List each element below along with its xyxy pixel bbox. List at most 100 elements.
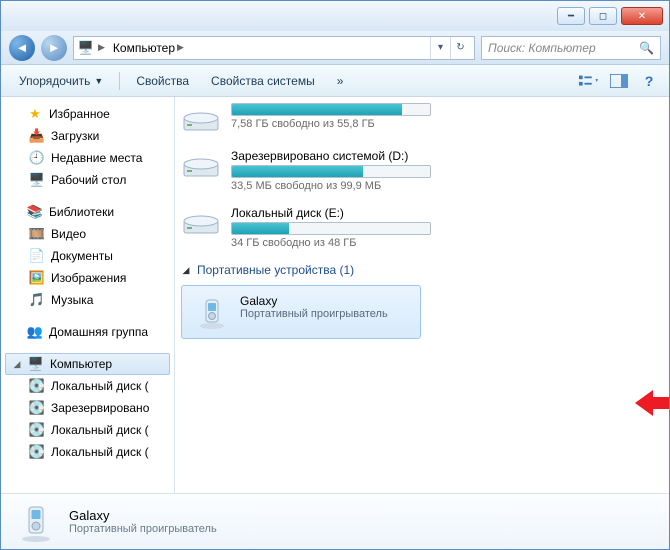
hard-drive-icon xyxy=(181,206,221,238)
overflow-label: » xyxy=(337,74,344,88)
hard-drive-icon xyxy=(181,103,221,135)
homegroup-icon: 👥 xyxy=(27,324,43,340)
sidebar-item-drive[interactable]: 💽 Локальный диск ( xyxy=(1,441,174,463)
sidebar-item-label: Недавние места xyxy=(51,151,142,165)
toolbar: Упорядочить ▼ Свойства Свойства системы … xyxy=(1,65,669,97)
system-properties-label: Свойства системы xyxy=(211,74,315,88)
maximize-button[interactable]: ◻ xyxy=(589,7,617,25)
category-portable-devices[interactable]: ◢ Портативные устройства (1) xyxy=(181,263,659,277)
pictures-icon: 🖼️ xyxy=(29,270,45,286)
sidebar-computer-header[interactable]: ◢ 🖥️ Компьютер xyxy=(5,353,170,375)
search-placeholder: Поиск: Компьютер xyxy=(488,41,596,55)
breadcrumb-dropdown-button[interactable]: ▾ xyxy=(430,37,450,59)
homegroup-label: Домашняя группа xyxy=(49,325,148,339)
view-button[interactable] xyxy=(579,71,599,91)
sidebar-favorites-header[interactable]: ★ Избранное xyxy=(1,103,174,125)
forward-button[interactable]: ► xyxy=(41,35,67,61)
chevron-down-icon: ▼ xyxy=(94,76,103,86)
search-icon: 🔍 xyxy=(639,41,654,55)
recent-icon: 🕘 xyxy=(29,150,45,166)
sidebar-libraries-header[interactable]: 📚 Библиотеки xyxy=(1,201,174,223)
content-area: 7,58 ГБ свободно из 55,8 ГБ Зарезервирова… xyxy=(175,97,669,493)
capacity-bar xyxy=(231,103,431,116)
close-button[interactable]: ✕ xyxy=(621,7,663,25)
sidebar-item-label: Изображения xyxy=(51,271,126,285)
expand-icon: ◢ xyxy=(12,359,22,370)
sidebar-item-label: Музыка xyxy=(51,293,93,307)
sidebar-item-drive[interactable]: 💽Зарезервировано xyxy=(1,397,174,419)
sidebar-item-desktop[interactable]: 🖥️Рабочий стол xyxy=(1,169,174,191)
explorer-window: ━ ◻ ✕ ◄ ► 🖥️ ▶ Компьютер ▶ ▾ ↻ Поиск: Ко… xyxy=(0,0,670,550)
sidebar-item-downloads[interactable]: 📥Загрузки xyxy=(1,125,174,147)
sidebar-item-label: Локальный диск ( xyxy=(51,423,149,437)
help-button[interactable]: ? xyxy=(639,71,659,91)
minimize-button[interactable]: ━ xyxy=(557,7,585,25)
capacity-bar xyxy=(231,222,431,235)
portable-player-icon xyxy=(194,294,230,330)
libraries-label: Библиотеки xyxy=(49,205,114,219)
breadcrumb-label: Компьютер xyxy=(113,41,175,55)
drive-free-text: 34 ГБ свободно из 48 ГБ xyxy=(231,237,461,249)
video-icon: 🎞️ xyxy=(29,226,45,242)
libraries-icon: 📚 xyxy=(27,204,43,220)
favorites-label: Избранное xyxy=(49,107,110,121)
back-button[interactable]: ◄ xyxy=(9,35,35,61)
properties-button[interactable]: Свойства xyxy=(128,70,197,92)
organize-label: Упорядочить xyxy=(19,74,90,88)
sidebar-item-label: Документы xyxy=(51,249,113,263)
documents-icon: 📄 xyxy=(29,248,45,264)
device-item-galaxy[interactable]: Galaxy Портативный проигрыватель xyxy=(181,285,421,339)
annotation-arrow xyxy=(635,390,669,416)
sidebar-item-drive[interactable]: 💽 Локальный диск ( xyxy=(1,419,174,441)
sidebar-item-label: Локальный диск ( xyxy=(51,445,149,459)
sidebar-homegroup-header[interactable]: 👥 Домашняя группа xyxy=(1,321,174,343)
portable-player-icon xyxy=(15,501,57,543)
sidebar: ★ Избранное 📥Загрузки 🕘 Недавние места 🖥️… xyxy=(1,97,175,493)
drive-item[interactable]: 7,58 ГБ свободно из 55,8 ГБ xyxy=(181,103,659,135)
device-name: Galaxy xyxy=(240,294,388,308)
sidebar-item-label: Видео xyxy=(51,227,86,241)
chevron-right-icon: ▶ xyxy=(98,42,105,53)
system-properties-button[interactable]: Свойства системы xyxy=(203,70,323,92)
desktop-icon: 🖥️ xyxy=(29,172,45,188)
drive-item[interactable]: Локальный диск (E:) 34 ГБ свободно из 48 … xyxy=(181,206,659,249)
breadcrumb[interactable]: 🖥️ ▶ Компьютер ▶ ▾ ↻ xyxy=(73,36,475,60)
computer-label: Компьютер xyxy=(50,357,112,371)
sidebar-item-recent[interactable]: 🕘 Недавние места xyxy=(1,147,174,169)
overflow-button[interactable]: » xyxy=(329,70,352,92)
device-subtitle: Портативный проигрыватель xyxy=(240,308,388,320)
properties-label: Свойства xyxy=(136,74,189,88)
collapse-icon: ◢ xyxy=(181,265,191,276)
sidebar-item-music[interactable]: 🎵 Музыка xyxy=(1,289,174,311)
downloads-icon: 📥 xyxy=(29,128,45,144)
sidebar-item-video[interactable]: 🎞️ Видео xyxy=(1,223,174,245)
drive-name: Локальный диск (E:) xyxy=(231,206,461,220)
sidebar-item-drive[interactable]: 💽 Локальный диск ( xyxy=(1,375,174,397)
search-input[interactable]: Поиск: Компьютер 🔍 xyxy=(481,36,661,60)
preview-pane-button[interactable] xyxy=(609,71,629,91)
drive-icon: 💽 xyxy=(29,378,45,394)
details-name: Galaxy xyxy=(69,508,217,523)
refresh-button[interactable]: ↻ xyxy=(450,37,470,59)
category-label: Портативные устройства (1) xyxy=(197,263,354,277)
titlebar: ━ ◻ ✕ xyxy=(1,1,669,31)
drive-item[interactable]: Зарезервировано системой (D:)33,5 МБ сво… xyxy=(181,149,659,192)
separator xyxy=(119,72,120,90)
breadcrumb-segment-computer[interactable]: Компьютер ▶ xyxy=(109,41,188,55)
drive-name: Зарезервировано системой (D:) xyxy=(231,149,461,163)
star-icon: ★ xyxy=(27,106,43,122)
music-icon: 🎵 xyxy=(29,292,45,308)
nav-row: ◄ ► 🖥️ ▶ Компьютер ▶ ▾ ↻ Поиск: Компьюте… xyxy=(1,31,669,65)
drive-free-text: 7,58 ГБ свободно из 55,8 ГБ xyxy=(231,118,461,130)
drive-icon: 💽 xyxy=(29,422,45,438)
computer-icon: 🖥️ xyxy=(28,356,44,372)
drive-icon: 💽 xyxy=(29,444,45,460)
hard-drive-icon xyxy=(181,149,221,181)
organize-button[interactable]: Упорядочить ▼ xyxy=(11,70,111,92)
details-pane: Galaxy Портативный проигрыватель xyxy=(1,493,669,549)
sidebar-item-pictures[interactable]: 🖼️ Изображения xyxy=(1,267,174,289)
sidebar-item-label: Локальный диск ( xyxy=(51,379,149,393)
sidebar-item-documents[interactable]: 📄 Документы xyxy=(1,245,174,267)
computer-icon: 🖥️ xyxy=(78,40,94,56)
details-subtitle: Портативный проигрыватель xyxy=(69,523,217,535)
